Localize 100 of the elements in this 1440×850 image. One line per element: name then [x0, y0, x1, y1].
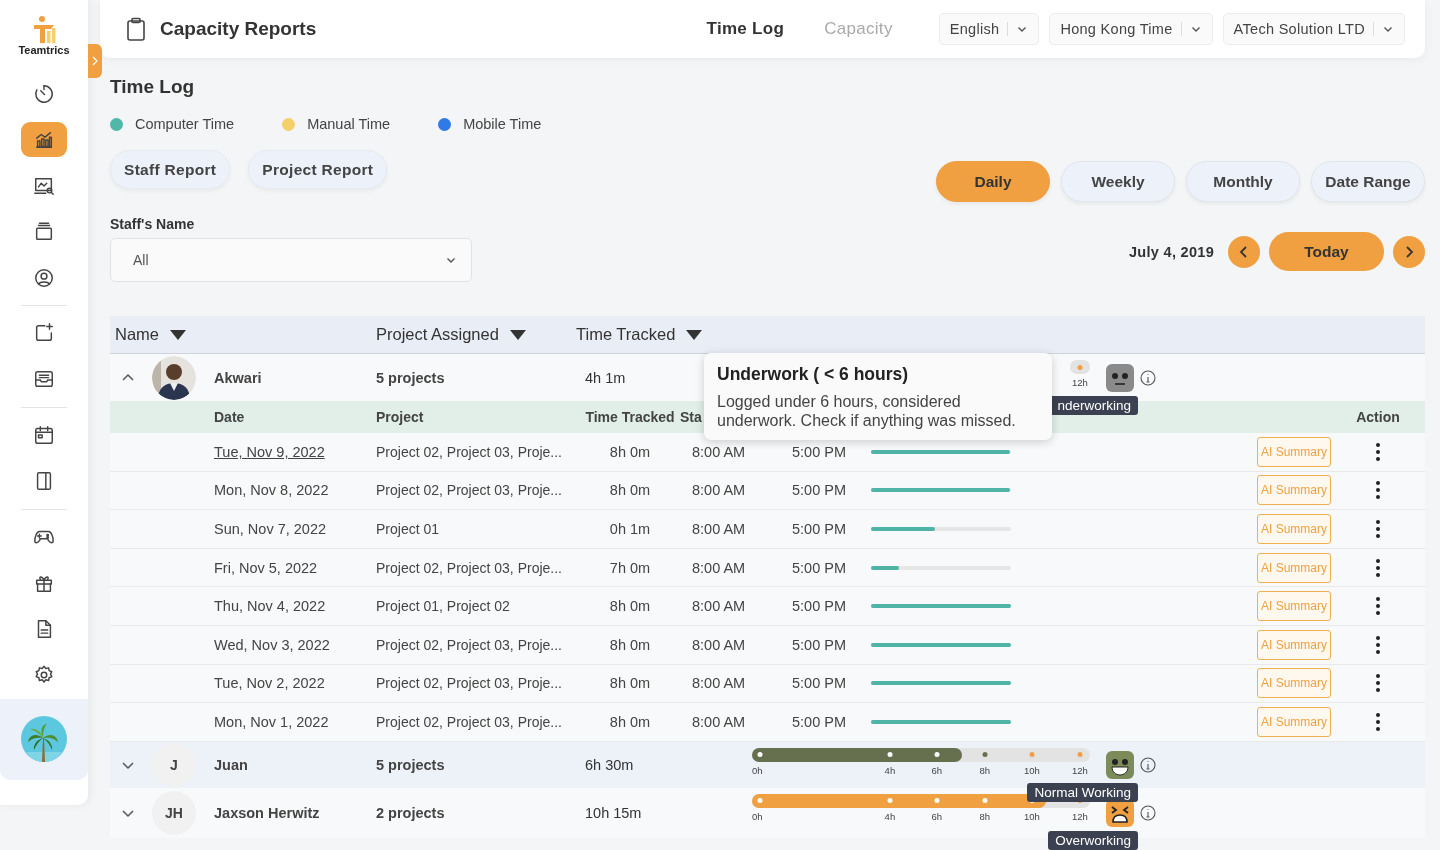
- date-cell-text: Mon, Nov 1, 2022: [214, 713, 330, 730]
- tick-label: 6h: [931, 764, 943, 776]
- column-header[interactable]: Project Assigned: [376, 325, 527, 344]
- chevron-down-icon: [121, 807, 135, 818]
- end-cell-text: 5:00 PM: [791, 713, 847, 730]
- info-icon[interactable]: [1140, 804, 1156, 821]
- tick-label: 12h: [1071, 377, 1088, 388]
- status-tag: Overworking: [1048, 830, 1138, 850]
- info-icon[interactable]: [1140, 369, 1156, 386]
- timer-icon: [33, 82, 55, 105]
- time-cell-text: 8h 0m: [608, 675, 652, 692]
- more-icon[interactable]: [1375, 557, 1381, 578]
- more-icon[interactable]: [1375, 634, 1381, 655]
- status-tag: nderworking: [1050, 395, 1138, 415]
- start-cell-text: 8:00 AM: [691, 675, 747, 692]
- more-icon[interactable]: [1375, 673, 1381, 694]
- start-cell-text: 8:00 AM: [691, 598, 747, 615]
- page-header-title: Capacity Reports: [160, 18, 317, 40]
- tick-label: 0h: [752, 764, 763, 776]
- end-cell-text: 5:00 PM: [791, 675, 847, 692]
- user-icon: [33, 266, 55, 289]
- tick-label: 4h: [884, 810, 896, 822]
- neutral-face-icon: [1106, 363, 1134, 392]
- column-header[interactable]: Time Tracked: [576, 325, 704, 344]
- end-cell-text: 5:00 PM: [791, 559, 847, 576]
- detail-column-header: Sta: [680, 409, 702, 425]
- tick-label: 0h: [752, 810, 763, 822]
- projects-count: 2 projects: [376, 804, 446, 821]
- legend-label: Manual Time: [307, 116, 391, 132]
- sidebar-item[interactable]: [21, 122, 67, 157]
- date-link[interactable]: Tue, Nov 9, 2022: [214, 443, 376, 460]
- more-icon[interactable]: [1375, 596, 1381, 617]
- detail-column-header: Time Tracked: [584, 409, 676, 425]
- more-icon[interactable]: [1375, 480, 1381, 501]
- chevron-left-icon: [1239, 245, 1249, 258]
- staff-select[interactable]: All: [110, 238, 472, 282]
- period-button[interactable]: Monthly: [1186, 161, 1300, 202]
- date-cell-text: Sun, Nov 7, 2022: [214, 521, 328, 537]
- nav-tab[interactable]: Time Log: [706, 19, 785, 39]
- sort-icon: [685, 328, 704, 341]
- end-cell-text: 5:00 PM: [791, 598, 847, 615]
- field-label: Staff's Name: [110, 216, 196, 232]
- previous-button[interactable]: [1228, 235, 1260, 268]
- projects-count: 5 projects: [376, 369, 446, 386]
- more-icon[interactable]: [1375, 441, 1381, 462]
- more-icon[interactable]: [1375, 711, 1381, 732]
- project-cell-text: Project 02, Project 03, Proje...: [376, 559, 563, 576]
- chevron-right-icon: [92, 56, 98, 66]
- column-header[interactable]: Name: [115, 325, 187, 344]
- date-cell-text: Fri, Nov 5, 2022: [214, 559, 319, 576]
- tick-label: 6h: [931, 810, 943, 822]
- start-cell-text: 8:00 AM: [691, 636, 747, 653]
- staff-name: Jaxson Herwitz: [214, 804, 321, 821]
- projects-count: 5 projects: [376, 756, 446, 773]
- time-tracked: 6h 30m: [584, 756, 635, 773]
- smiling-face-icon: [1106, 750, 1134, 779]
- capacity-track: [1069, 360, 1090, 374]
- time-cell-text: 7h 0m: [608, 559, 652, 576]
- sidebar-toggle[interactable]: [88, 44, 102, 78]
- time-cell-text: 8h 0m: [608, 598, 652, 615]
- legend-label: Mobile Time: [463, 116, 542, 132]
- date-cell-text: Wed, Nov 3, 2022: [214, 636, 331, 653]
- sort-icon: [169, 328, 187, 341]
- project-cell-text: Project 02, Project 03, Proje...: [376, 443, 563, 460]
- more-icon[interactable]: [1375, 519, 1381, 539]
- report-button[interactable]: Project Report: [248, 150, 388, 189]
- current-date: July 4, 2019: [1128, 243, 1214, 260]
- date-cell-text: Thu, Nov 4, 2022: [214, 598, 327, 615]
- period-button[interactable]: Weekly: [1061, 161, 1175, 202]
- time-cell-text: 8h 0m: [608, 636, 652, 653]
- today-button[interactable]: Today: [1269, 232, 1384, 271]
- start-cell-text: 8:00 AM: [691, 482, 747, 499]
- end-cell-text: 5:00 PM: [791, 482, 847, 499]
- report-button[interactable]: Staff Report: [110, 150, 231, 189]
- project-cell-text: Project 02, Project 03, Proje...: [376, 675, 563, 692]
- start-cell-text: 8:00 AM: [691, 521, 747, 537]
- tooltip-text: Logged under 6 hours, considered underwork. Check if anything was missed.: [717, 392, 1017, 430]
- time-cell-text: 8h 0m: [608, 713, 652, 730]
- period-button[interactable]: Daily: [936, 161, 1050, 202]
- time-cell-text: 0h 1m: [608, 521, 652, 537]
- period-button[interactable]: Date Range: [1311, 161, 1425, 202]
- chevron-right-icon: [1404, 245, 1414, 258]
- info-icon[interactable]: [1140, 756, 1156, 773]
- stack-icon: [33, 220, 55, 243]
- header-dropdown[interactable]: Hong Kong Time: [1049, 13, 1213, 45]
- tick-label: 12h: [1071, 764, 1088, 776]
- start-cell-text: 8:00 AM: [691, 559, 747, 576]
- clipboard-icon: [126, 17, 146, 41]
- status-tag: Normal Working: [1027, 782, 1138, 802]
- next-button[interactable]: [1393, 235, 1425, 268]
- start-cell-text: 8:00 AM: [691, 713, 747, 730]
- header-dropdown[interactable]: ATech Solution LTD: [1222, 13, 1405, 45]
- start-cell-text: 8:00 AM: [691, 443, 747, 460]
- tick-label: 10h: [1023, 810, 1040, 822]
- tooltip-title: Underwork ( < 6 hours): [717, 364, 910, 385]
- end-cell-text: 5:00 PM: [791, 443, 847, 460]
- detail-column-header: Project: [376, 409, 424, 425]
- header-dropdown[interactable]: English: [938, 13, 1040, 45]
- project-cell-text: Project 01: [376, 521, 441, 537]
- logo-icon: [31, 15, 57, 43]
